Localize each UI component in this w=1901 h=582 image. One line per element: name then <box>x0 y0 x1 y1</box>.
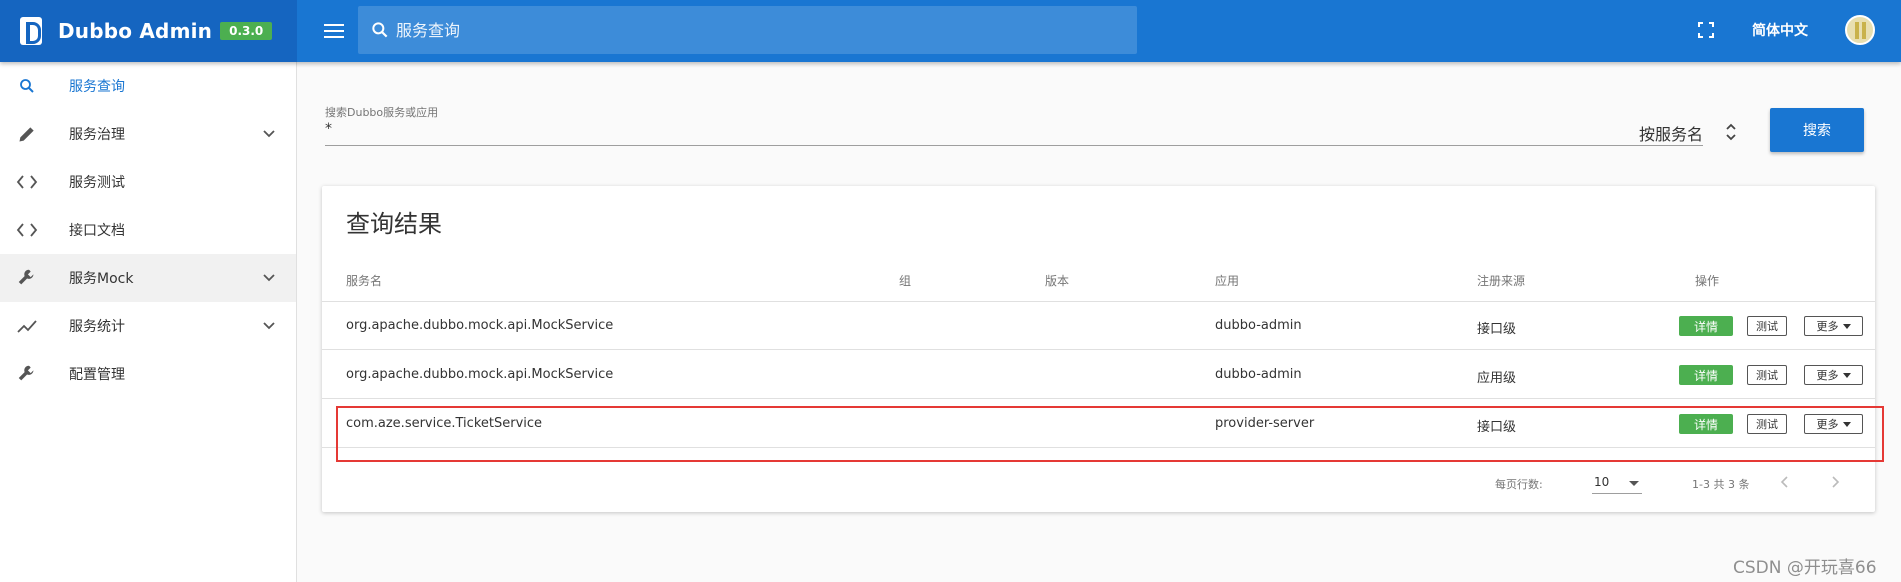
chevron-left-icon[interactable] <box>1777 474 1793 490</box>
caret-down-icon <box>1629 481 1639 486</box>
sidebar-item-label: 接口文档 <box>69 223 125 239</box>
table-row: org.apache.dubbo.mock.api.MockService du… <box>322 302 1875 350</box>
service-name-cell: com.aze.service.TicketService <box>346 416 543 431</box>
service-name-cell: org.apache.dubbo.mock.api.MockService <box>346 318 614 333</box>
caret-down-icon <box>1842 421 1851 427</box>
search-mode-select[interactable]: 按服务名 <box>1639 121 1703 145</box>
table-row: org.apache.dubbo.mock.api.MockService du… <box>322 351 1875 399</box>
global-search-input[interactable] <box>396 20 1096 40</box>
wrench-icon <box>15 266 39 290</box>
rows-per-page-value: 10 <box>1594 475 1610 489</box>
main-content: 搜索Dubbo服务或应用 * 按服务名 搜索 查询结果 服务名 组 版本 应用 … <box>297 62 1901 582</box>
detail-button[interactable]: 详情 <box>1679 414 1733 434</box>
sidebar-item-api-docs[interactable]: 接口文档 <box>0 206 296 254</box>
version-badge: 0.3.0 <box>220 22 273 40</box>
column-header-version: 版本 <box>1045 274 1070 288</box>
search-button[interactable]: 搜索 <box>1770 108 1864 152</box>
results-title: 查询结果 <box>346 210 442 238</box>
application-cell: dubbo-admin <box>1215 367 1302 382</box>
rows-per-page-select[interactable]: 10 <box>1592 472 1642 494</box>
more-button[interactable]: 更多 <box>1804 414 1863 434</box>
application-cell: provider-server <box>1215 416 1315 431</box>
fullscreen-icon[interactable] <box>1697 21 1715 39</box>
sidebar-item-service-search[interactable]: 服务查询 <box>0 62 296 110</box>
sidebar-item-label: 服务查询 <box>69 79 125 95</box>
results-card: 查询结果 服务名 组 版本 应用 注册来源 操作 org.apache.dubb… <box>322 186 1875 512</box>
column-header-service: 服务名 <box>346 274 383 288</box>
chevron-right-icon[interactable] <box>1827 474 1843 490</box>
sidebar-item-service-mock[interactable]: 服务Mock <box>0 254 296 302</box>
pagination-range: 1-3 共 3 条 <box>1692 478 1750 491</box>
avatar[interactable] <box>1845 15 1875 45</box>
hamburger-menu-icon[interactable] <box>322 19 346 43</box>
test-button[interactable]: 测试 <box>1747 316 1787 336</box>
language-switcher[interactable]: 简体中文 <box>1752 20 1808 40</box>
rows-per-page-label: 每页行数: <box>1495 478 1543 491</box>
sidebar-item-label: 服务统计 <box>69 319 125 335</box>
watermark: CSDN @开玩喜66 <box>1733 558 1877 578</box>
search-field-label: 搜索Dubbo服务或应用 <box>325 106 439 119</box>
global-search[interactable] <box>358 6 1137 54</box>
wrench-icon <box>15 362 39 386</box>
service-search-field[interactable]: 搜索Dubbo服务或应用 * 按服务名 <box>325 104 1703 146</box>
column-header-application: 应用 <box>1215 274 1240 288</box>
chevron-down-icon <box>263 322 275 330</box>
sidebar-item-service-stats[interactable]: 服务统计 <box>0 302 296 350</box>
caret-down-icon <box>1842 323 1851 329</box>
caret-down-icon <box>1842 372 1851 378</box>
search-icon <box>372 22 388 38</box>
application-cell: dubbo-admin <box>1215 318 1302 333</box>
more-button[interactable]: 更多 <box>1804 365 1863 385</box>
test-button[interactable]: 测试 <box>1747 365 1787 385</box>
sidebar: 服务查询 服务治理 服务测试 接口文档 服务Mock 服务统计 配置管理 <box>0 62 297 582</box>
sidebar-item-service-test[interactable]: 服务测试 <box>0 158 296 206</box>
code-icon <box>15 170 39 194</box>
detail-button[interactable]: 详情 <box>1679 316 1733 336</box>
search-field-value[interactable]: * <box>325 121 332 137</box>
sidebar-item-label: 服务测试 <box>69 175 125 191</box>
chevron-down-icon <box>263 274 275 282</box>
pencil-icon <box>15 122 39 146</box>
sidebar-item-label: 服务Mock <box>69 271 134 287</box>
table-row: com.aze.service.TicketService provider-s… <box>322 400 1875 448</box>
code-icon <box>15 218 39 242</box>
search-icon <box>15 74 39 98</box>
brand: Dubbo Admin 0.3.0 <box>0 0 297 62</box>
unfold-more-icon[interactable] <box>1724 119 1738 145</box>
detail-button[interactable]: 详情 <box>1679 365 1733 385</box>
column-header-actions: 操作 <box>1695 274 1720 288</box>
sidebar-item-config-management[interactable]: 配置管理 <box>0 350 296 398</box>
trending-up-icon <box>15 314 39 338</box>
chevron-down-icon <box>263 130 275 138</box>
more-button[interactable]: 更多 <box>1804 316 1863 336</box>
registry-source-cell: 接口级 <box>1477 322 1517 337</box>
sidebar-item-service-governance[interactable]: 服务治理 <box>0 110 296 158</box>
top-app-bar: Dubbo Admin 0.3.0 简体中文 <box>0 0 1901 62</box>
more-button-label: 更多 <box>1816 418 1839 431</box>
test-button[interactable]: 测试 <box>1747 414 1787 434</box>
app-title: Dubbo Admin <box>58 19 213 43</box>
service-name-cell: org.apache.dubbo.mock.api.MockService <box>346 367 614 382</box>
registry-source-cell: 接口级 <box>1477 420 1517 435</box>
column-header-group: 组 <box>899 274 912 288</box>
more-button-label: 更多 <box>1816 320 1839 333</box>
more-button-label: 更多 <box>1816 369 1839 382</box>
sidebar-item-label: 配置管理 <box>69 367 125 383</box>
column-header-registry-source: 注册来源 <box>1477 274 1526 288</box>
registry-source-cell: 应用级 <box>1477 371 1517 386</box>
sidebar-item-label: 服务治理 <box>69 127 125 143</box>
dubbo-logo-icon <box>20 17 42 45</box>
